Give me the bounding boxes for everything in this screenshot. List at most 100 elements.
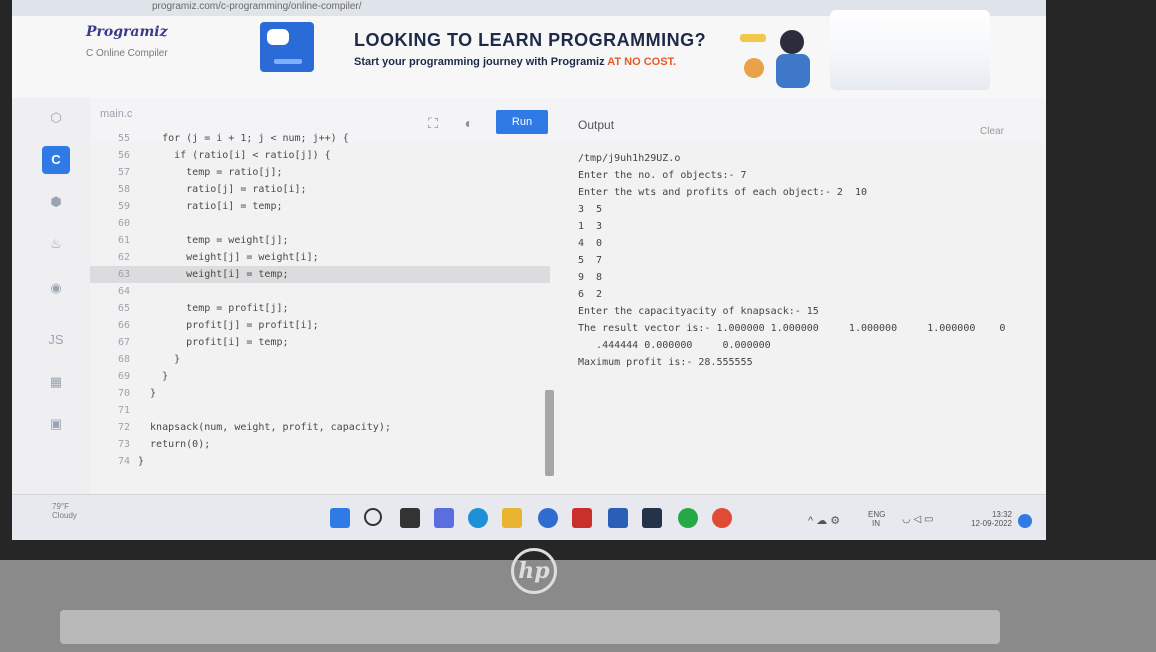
line-text[interactable]: temp = ratio[j]; — [138, 164, 282, 181]
chrome-icon[interactable] — [712, 508, 732, 528]
output-line: 1 3 — [578, 221, 603, 232]
outlook-icon[interactable] — [608, 508, 628, 528]
ad-illustration — [740, 30, 810, 88]
edge-icon[interactable] — [468, 508, 488, 528]
output-line: 5 7 — [578, 255, 603, 266]
line-text[interactable]: } — [138, 453, 144, 470]
line-number: 64 — [117, 286, 130, 297]
cpp-icon[interactable]: ⬢ — [42, 188, 70, 216]
store-icon[interactable] — [642, 508, 662, 528]
sql-icon[interactable]: ▦ — [42, 368, 70, 396]
line-text[interactable]: } — [138, 385, 156, 402]
code-line[interactable]: 59 ratio[i] = temp; — [90, 198, 550, 215]
html-icon[interactable]: ▣ — [42, 410, 70, 438]
lang-code: ENG — [868, 510, 886, 519]
c-language-icon[interactable]: C — [42, 146, 70, 174]
brand-subtitle: C Online Compiler — [86, 48, 168, 59]
line-text[interactable]: temp = weight[j]; — [138, 232, 288, 249]
weather-temp: 79°F — [52, 502, 69, 511]
code-line[interactable]: 55 for (j = i + 1; j < num; j++) { — [90, 130, 550, 147]
code-line[interactable]: 62 weight[j] = weight[i]; — [90, 249, 550, 266]
ad-subline-text: Start your programming journey with Prog… — [354, 56, 608, 68]
code-line[interactable]: 65 temp = profit[j]; — [90, 300, 550, 317]
mcafee-icon[interactable] — [572, 508, 592, 528]
file-tab[interactable]: main.c — [100, 108, 132, 120]
line-text[interactable]: } — [138, 368, 168, 385]
python-icon[interactable]: ⬡ — [42, 104, 70, 132]
line-text[interactable]: weight[i] = temp; — [138, 266, 288, 283]
clock[interactable]: 13:32 12-09-2022 — [962, 510, 1012, 528]
editor-scrollbar[interactable] — [545, 390, 554, 476]
line-text[interactable]: return(0); — [138, 436, 210, 453]
laptop-hinge — [60, 610, 1000, 644]
code-line[interactable]: 64 — [90, 283, 550, 300]
output-line: /tmp/j9uh1h29UZ.o — [578, 153, 681, 164]
code-line[interactable]: 58 ratio[j] = ratio[i]; — [90, 181, 550, 198]
code-line[interactable]: 68 } — [90, 351, 550, 368]
code-line[interactable]: 57 temp = ratio[j]; — [90, 164, 550, 181]
language-indicator[interactable]: ENG IN — [868, 510, 885, 528]
line-number: 68 — [117, 354, 130, 365]
line-number: 66 — [117, 320, 130, 331]
javascript-icon[interactable]: JS — [42, 326, 70, 354]
code-line[interactable]: 60 — [90, 215, 550, 232]
ad-headline[interactable]: LOOKING TO LEARN PROGRAMMING? — [354, 30, 706, 51]
line-number: 58 — [117, 184, 130, 195]
line-text[interactable]: if (ratio[i] < ratio[j]) { — [138, 147, 331, 164]
code-line[interactable]: 69 } — [90, 368, 550, 385]
output-line: Enter the no. of objects:- 7 — [578, 170, 747, 181]
line-text[interactable]: profit[j] = profit[i]; — [138, 317, 318, 334]
line-number: 67 — [117, 337, 130, 348]
line-text[interactable]: for (j = i + 1; j < num; j++) { — [138, 130, 349, 147]
line-text[interactable]: weight[j] = weight[i]; — [138, 249, 318, 266]
code-line[interactable]: 71 — [90, 402, 550, 419]
help-icon[interactable] — [538, 508, 558, 528]
ad-subline[interactable]: Start your programming journey with Prog… — [354, 56, 676, 68]
tray-overflow-icon[interactable]: ^ ☁ ⚙ — [808, 514, 840, 527]
line-number: 61 — [117, 235, 130, 246]
output-line: 4 0 — [578, 238, 603, 249]
search-icon[interactable] — [364, 508, 382, 526]
weather-widget[interactable]: 79°F Cloudy — [52, 502, 77, 520]
output-line: Enter the capacityacity of knapsack:- 15 — [578, 306, 819, 317]
windows-start-icon[interactable] — [330, 508, 350, 528]
ad-subline-accent: AT NO COST. — [607, 56, 677, 68]
notification-icon[interactable] — [1018, 514, 1032, 528]
ad-app-icon[interactable] — [260, 22, 314, 72]
line-number: 72 — [117, 422, 130, 433]
network-volume-battery-icons[interactable]: ◡ ◁ ▭ — [902, 514, 933, 525]
line-text[interactable]: } — [138, 351, 180, 368]
output-line: The result vector is:- 1.000000 1.000000… — [578, 323, 1006, 334]
clear-button[interactable]: Clear — [980, 126, 1004, 137]
screen: programiz.com/c-programming/online-compi… — [12, 0, 1046, 540]
csharp-icon[interactable]: ◉ — [42, 274, 70, 302]
region-code: IN — [872, 519, 880, 528]
code-line[interactable]: 67 profit[i] = temp; — [90, 334, 550, 351]
code-editor[interactable]: 55 for (j = i + 1; j < num; j++) {56 if … — [90, 130, 550, 490]
line-text[interactable]: profit[i] = temp; — [138, 334, 288, 351]
code-line[interactable]: 73 return(0); — [90, 436, 550, 453]
brand-logo[interactable]: Programiz — [86, 24, 168, 40]
line-text[interactable]: ratio[j] = ratio[i]; — [138, 181, 306, 198]
chat-icon[interactable] — [434, 508, 454, 528]
line-text[interactable]: knapsack(num, weight, profit, capacity); — [138, 419, 391, 436]
line-number: 57 — [117, 167, 130, 178]
code-line[interactable]: 72 knapsack(num, weight, profit, capacit… — [90, 419, 550, 436]
line-text[interactable]: ratio[i] = temp; — [138, 198, 282, 215]
task-view-icon[interactable] — [400, 508, 420, 528]
file-explorer-icon[interactable] — [502, 508, 522, 528]
whatsapp-icon[interactable] — [678, 508, 698, 528]
code-line[interactable]: 74} — [90, 453, 550, 470]
code-line[interactable]: 61 temp = weight[j]; — [90, 232, 550, 249]
line-text[interactable]: temp = profit[j]; — [138, 300, 288, 317]
clock-time: 13:32 — [991, 510, 1012, 519]
taskbar — [12, 494, 1046, 540]
url-text[interactable]: programiz.com/c-programming/online-compi… — [152, 1, 362, 12]
java-icon[interactable]: ♨ — [42, 230, 70, 258]
code-line[interactable]: 56 if (ratio[i] < ratio[j]) { — [90, 147, 550, 164]
code-line[interactable]: 70 } — [90, 385, 550, 402]
code-line[interactable]: 66 profit[j] = profit[i]; — [90, 317, 550, 334]
line-number: 69 — [117, 371, 130, 382]
code-line[interactable]: 63 weight[i] = temp; — [90, 266, 550, 283]
output-console[interactable]: /tmp/j9uh1h29UZ.o Enter the no. of object… — [564, 142, 1046, 492]
